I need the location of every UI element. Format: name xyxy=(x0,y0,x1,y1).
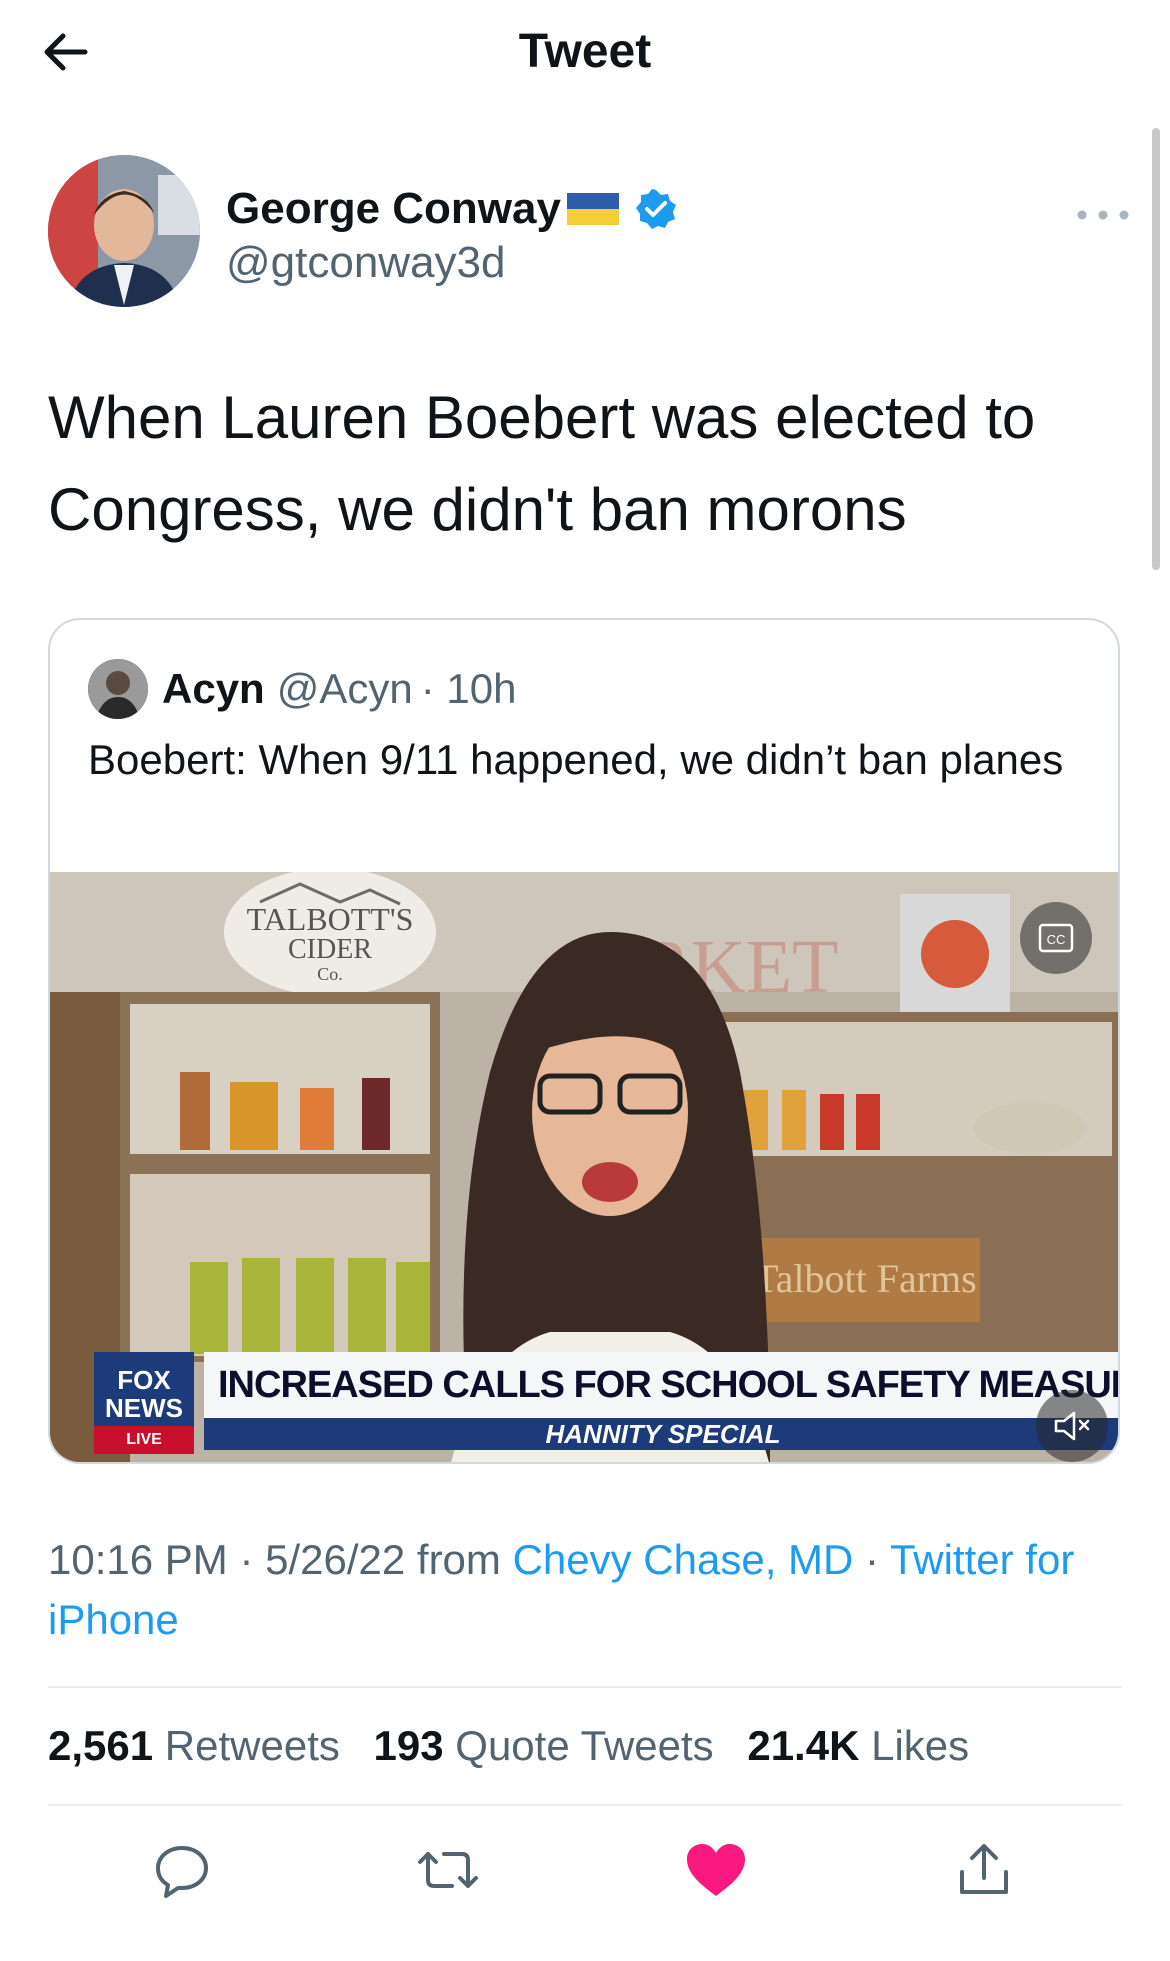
svg-text:CC: CC xyxy=(1047,932,1066,947)
chyron-headline: INCREASED CALLS FOR SCHOOL SAFETY MEASUR… xyxy=(204,1352,1118,1418)
svg-text:Talbott Farms: Talbott Farms xyxy=(754,1256,977,1301)
heart-filled-icon xyxy=(687,1844,745,1896)
ukraine-flag-icon xyxy=(566,193,619,225)
page-title: Tweet xyxy=(518,25,652,78)
tweet-author: George Conway @gtconway3d xyxy=(48,155,1129,315)
chyron-subtitle: HANNITY SPECIAL xyxy=(204,1418,1118,1450)
captions-icon: CC xyxy=(1038,923,1074,953)
share-icon xyxy=(960,1844,1008,1894)
likes-stat[interactable]: 21.4K Likes xyxy=(747,1722,969,1769)
quote-tweets-label: Quote Tweets xyxy=(455,1722,714,1769)
speaker-muted-icon xyxy=(1054,1411,1090,1441)
mute-button[interactable] xyxy=(1036,1390,1108,1462)
divider xyxy=(48,1686,1122,1688)
tweet-timestamp: 10:16 PM · 5/26/22 from Chevy Chase, MD … xyxy=(48,1530,1128,1650)
retweets-label: Retweets xyxy=(164,1722,340,1769)
tweet-text: When Lauren Boebert was elected to Congr… xyxy=(48,384,1036,543)
quote-author-handle: @Acyn xyxy=(276,665,413,712)
likes-label: Likes xyxy=(871,1722,970,1769)
retweet-button[interactable] xyxy=(408,1830,488,1910)
quote-author-name: Acyn xyxy=(162,665,265,712)
captions-button[interactable]: CC xyxy=(1020,902,1092,974)
author-name-row[interactable]: George Conway xyxy=(226,183,677,235)
separator: · xyxy=(853,1536,890,1583)
from-label: from xyxy=(405,1536,513,1583)
more-options-button[interactable] xyxy=(1068,195,1138,235)
like-button[interactable] xyxy=(676,1830,756,1910)
retweet-icon xyxy=(418,1852,478,1888)
share-button[interactable] xyxy=(944,1830,1024,1910)
retweets-stat[interactable]: 2,561 Retweets xyxy=(48,1722,340,1769)
avatar[interactable] xyxy=(48,155,200,307)
quote-text: Boebert: When 9/11 happened, we didn’t b… xyxy=(88,736,1064,783)
quote-avatar xyxy=(88,659,148,719)
retweets-count: 2,561 xyxy=(48,1722,154,1769)
fox-news-logo: FOX NEWS LIVE xyxy=(94,1352,194,1454)
quote-tweets-stat[interactable]: 193 Quote Tweets xyxy=(374,1722,714,1769)
quote-tweet-card[interactable]: Acyn @Acyn · 10h Boebert: When 9/11 happ… xyxy=(48,618,1120,1464)
reply-icon xyxy=(156,1846,208,1898)
svg-text:Co.: Co. xyxy=(317,964,343,984)
tweet-actions xyxy=(0,1830,1170,1910)
quote-age: · 10h xyxy=(420,665,517,712)
verified-badge-icon xyxy=(635,189,676,229)
top-bar: Tweet xyxy=(0,0,1170,110)
location-link[interactable]: Chevy Chase, MD xyxy=(513,1536,854,1583)
reply-button[interactable] xyxy=(142,1830,222,1910)
video-player[interactable]: TALBOTT'S CIDER Co. RKET Talbott Farms C… xyxy=(50,872,1118,1462)
likes-count: 21.4K xyxy=(747,1722,860,1769)
divider xyxy=(48,1804,1122,1806)
news-chyron: FOX NEWS LIVE INCREASED CALLS FOR SCHOOL… xyxy=(94,1352,1118,1454)
author-handle[interactable]: @gtconway3d xyxy=(226,237,506,289)
tweet-stats: 2,561 Retweets 193 Quote Tweets 21.4K Li… xyxy=(48,1716,991,1776)
quote-tweets-count: 193 xyxy=(373,1722,444,1769)
scrollbar[interactable] xyxy=(1152,128,1160,570)
avatar-photo xyxy=(48,155,200,307)
tweet-time[interactable]: 10:16 PM · 5/26/22 xyxy=(48,1536,405,1583)
svg-text:CIDER: CIDER xyxy=(288,934,372,965)
quote-header: Acyn @Acyn · 10h xyxy=(88,658,516,720)
svg-text:TALBOTT'S: TALBOTT'S xyxy=(247,901,414,937)
author-name[interactable]: George Conway xyxy=(226,183,561,235)
more-dots-icon xyxy=(1077,210,1129,220)
